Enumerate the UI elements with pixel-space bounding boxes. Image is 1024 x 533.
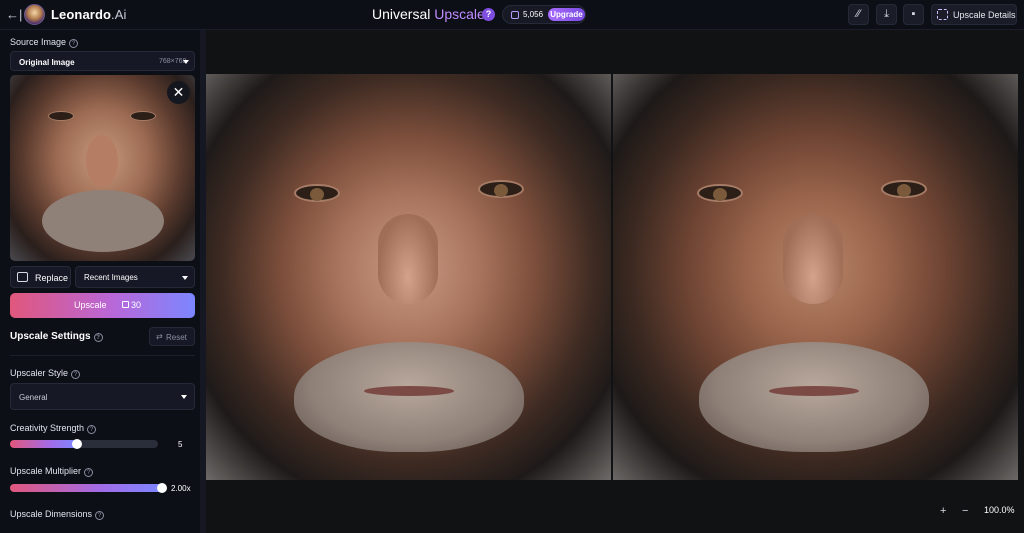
- upscale-label: Upscale: [74, 300, 107, 310]
- credits-count: 5,056: [523, 10, 544, 19]
- close-icon[interactable]: ✕: [167, 81, 190, 104]
- source-image-preview: [10, 75, 195, 261]
- multiplier-label-text: Upscale Multiplier: [10, 466, 82, 476]
- help-icon[interactable]: ?: [87, 425, 97, 434]
- recent-images-select[interactable]: Recent Images: [75, 266, 195, 288]
- zoom-out-button[interactable]: −: [962, 505, 968, 517]
- divider: [10, 355, 195, 356]
- multiplier-slider-thumb[interactable]: [157, 483, 167, 493]
- upscale-button[interactable]: Upscale 30: [10, 293, 195, 318]
- help-icon[interactable]: ?: [69, 39, 79, 48]
- upscale-settings-title: Upscale Settings?: [10, 331, 103, 342]
- token-icon: [122, 301, 129, 308]
- upscaled-nose: [783, 214, 843, 304]
- preview-eye-right: [130, 111, 156, 121]
- upscale-details-button[interactable]: Upscale Details: [931, 4, 1017, 25]
- trash-icon[interactable]: ▪: [903, 4, 924, 25]
- creativity-slider-fill: [10, 440, 77, 448]
- recent-images-label: Recent Images: [84, 273, 138, 282]
- original-image: [206, 74, 611, 480]
- original-beard: [294, 342, 524, 452]
- back-arrow-icon[interactable]: ←|: [6, 7, 22, 23]
- reset-button[interactable]: ⇄ Reset: [149, 327, 195, 346]
- zoom-in-button[interactable]: +: [940, 505, 946, 517]
- upgrade-button[interactable]: Upgrade: [548, 8, 585, 21]
- image-icon: [17, 272, 28, 282]
- creativity-label-text: Creativity Strength: [10, 423, 85, 433]
- brand-name: Leonardo.Ai: [51, 7, 127, 22]
- magic-wand-icon[interactable]: ⁄⁄: [848, 4, 869, 25]
- upscale-details-label: Upscale Details: [953, 10, 1016, 20]
- upscaled-beard: [699, 342, 929, 452]
- original-eye-left: [294, 184, 340, 202]
- settings-title-text: Upscale Settings: [10, 331, 91, 342]
- help-icon[interactable]: ?: [71, 370, 81, 379]
- token-icon: [511, 11, 519, 19]
- help-icon[interactable]: ?: [482, 8, 495, 21]
- preview-nose: [86, 135, 118, 187]
- title-main: Universal: [372, 6, 431, 22]
- source-select-value: Original Image: [19, 58, 75, 67]
- brand-suffix: .Ai: [111, 7, 127, 22]
- help-icon[interactable]: ?: [93, 333, 103, 342]
- upscaler-style-label: Upscaler Style?: [10, 368, 81, 379]
- multiplier-slider[interactable]: [10, 483, 167, 493]
- dimensions-label-text: Upscale Dimensions: [10, 509, 93, 519]
- leonardo-logo[interactable]: [24, 4, 45, 25]
- original-eye-right: [478, 180, 524, 198]
- reset-icon: ⇄: [156, 332, 163, 341]
- dashed-frame-icon: [937, 9, 948, 20]
- chevron-down-icon: [183, 60, 189, 64]
- help-icon[interactable]: ?: [84, 468, 94, 477]
- top-bar: ←| Leonardo.Ai Universal Upscaler ? 5,05…: [0, 0, 1024, 30]
- zoom-level: 100.0%: [984, 505, 1015, 515]
- download-icon[interactable]: ⤓: [876, 4, 897, 25]
- upscale-multiplier-label: Upscale Multiplier?: [10, 466, 94, 477]
- replace-label: Replace: [35, 273, 69, 283]
- upscale-cost-value: 30: [131, 300, 142, 310]
- upscale-cost: 30: [122, 300, 141, 310]
- original-mouth: [364, 386, 454, 396]
- creativity-slider[interactable]: [10, 439, 158, 449]
- preview-eye-left: [48, 111, 74, 121]
- multiplier-value: 2.00x: [171, 484, 191, 493]
- style-value: General: [19, 393, 48, 402]
- help-icon[interactable]: ?: [95, 511, 105, 520]
- upscale-dimensions-label: Upscale Dimensions?: [10, 509, 105, 520]
- source-image-label: Source Image?: [10, 37, 79, 48]
- chevron-down-icon: [181, 395, 187, 399]
- upscaled-mouth: [769, 386, 859, 396]
- reset-label: Reset: [166, 333, 187, 342]
- source-image-text: Source Image: [10, 37, 67, 47]
- upscaler-style-select[interactable]: General: [10, 383, 195, 410]
- creativity-value: 5: [178, 440, 183, 449]
- creativity-slider-thumb[interactable]: [71, 439, 82, 449]
- style-label-text: Upscaler Style: [10, 368, 69, 378]
- source-image-select[interactable]: Original Image 768×768: [10, 51, 195, 71]
- multiplier-slider-fill: [10, 484, 162, 492]
- upscaled-eye-left: [697, 184, 743, 202]
- upscaled-image: [613, 74, 1018, 480]
- brand-main: Leonardo: [51, 7, 112, 22]
- page-title: Universal Upscaler: [372, 6, 490, 22]
- original-nose: [378, 214, 438, 304]
- replace-button[interactable]: Replace: [10, 266, 71, 288]
- credits-badge[interactable]: 5,056 Upgrade: [502, 5, 586, 24]
- preview-beard: [42, 190, 164, 252]
- creativity-strength-label: Creativity Strength?: [10, 423, 97, 434]
- upscaled-eye-right: [881, 180, 927, 198]
- chevron-down-icon: [182, 276, 188, 280]
